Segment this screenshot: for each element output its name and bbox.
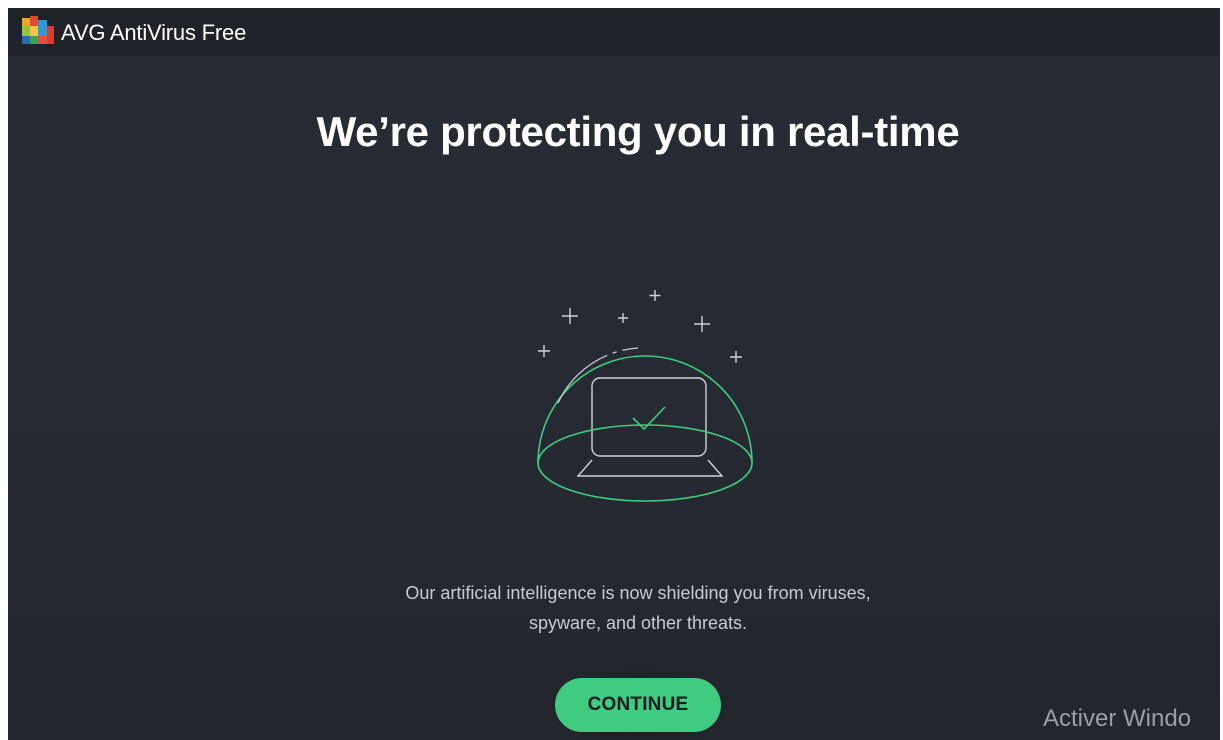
continue-button[interactable]: CONTINUE [555,678,721,732]
description-line-1: Our artificial intelligence is now shiel… [405,583,871,603]
page-title: We’re protecting you in real-time [316,108,960,155]
app-title: AVG AntiVirus Free [61,20,247,45]
app-window: AVG AntiVirus Free We’re protecting you … [8,8,1220,740]
description-text: Our artificial intelligence is now shiel… [8,578,1220,638]
avg-logo-icon [22,16,54,44]
protected-laptop-dome-icon [537,290,753,502]
description-line-2: spyware, and other threats. [528,613,748,633]
activation-watermark: Activer Windo [1043,705,1192,732]
title-bar: AVG AntiVirus Free [8,8,1220,56]
